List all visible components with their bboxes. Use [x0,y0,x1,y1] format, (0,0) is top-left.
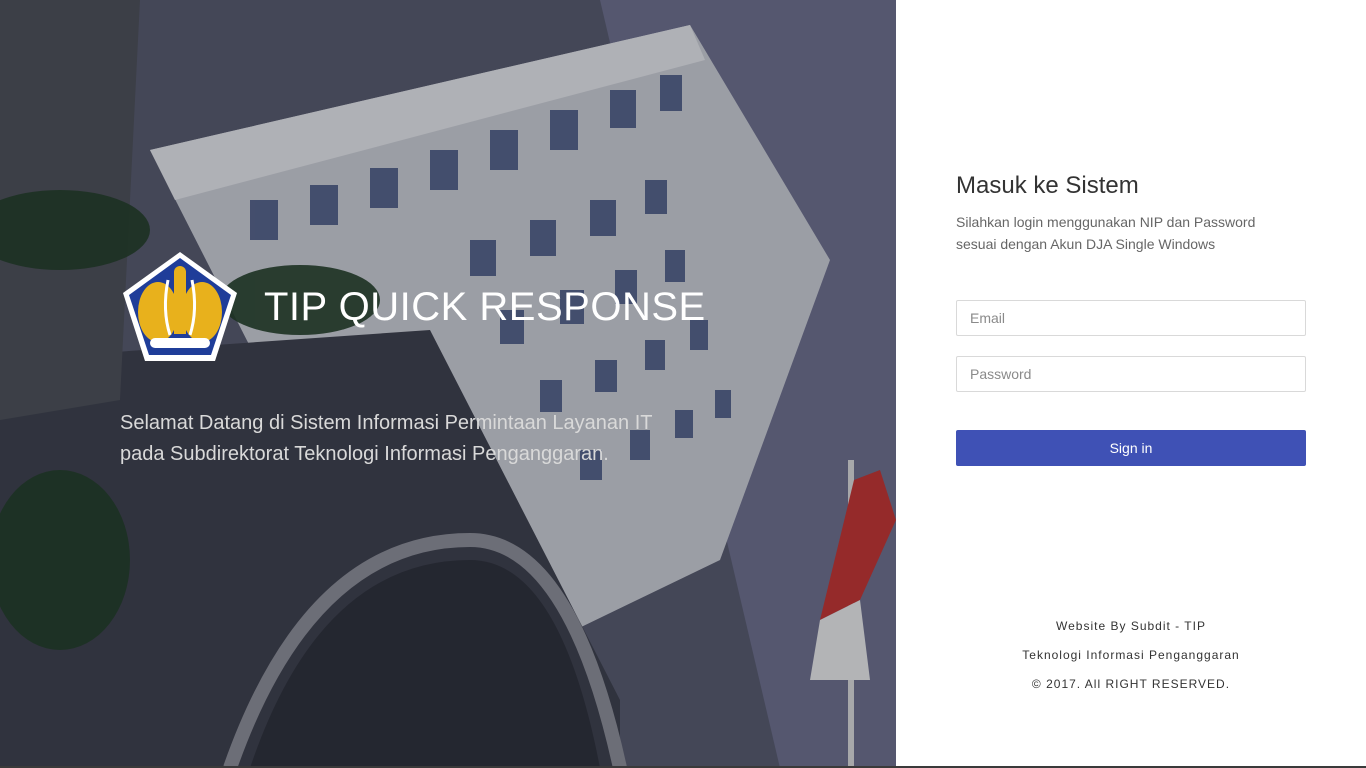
footer: Website By Subdit - TIP Teknologi Inform… [896,618,1366,705]
kemenkeu-emblem-icon [123,252,237,361]
password-input[interactable] [956,356,1306,392]
footer-copyright: © 2017. All RIGHT RESERVED. [1031,677,1231,691]
brand-row: TIP QUICK RESPONSE [120,250,706,364]
welcome-line-1: Selamat Datang di Sistem Informasi Permi… [120,412,653,434]
app-title: TIP QUICK RESPONSE [264,284,706,329]
login-description-line-1: Silahkan login menggunakan NIP dan Passw… [956,214,1256,230]
hero-overlay [0,0,896,768]
sign-in-button[interactable]: Sign in [956,430,1306,466]
login-description: Silahkan login menggunakan NIP dan Passw… [956,211,1286,255]
welcome-text: Selamat Datang di Sistem Informasi Permi… [120,408,680,470]
login-title: Masuk ke Sistem [956,172,1139,199]
login-panel: Masuk ke Sistem Silahkan login menggunak… [896,0,1366,768]
login-description-line-2: sesuai dengan Akun DJA Single Windows [956,236,1216,252]
footer-credit: Website By Subdit - TIP [1056,619,1206,633]
hero-panel: TIP QUICK RESPONSE Selamat Datang di Sis… [0,0,896,768]
welcome-line-2: pada Subdirektorat Teknologi Informasi P… [120,443,609,465]
footer-department: Teknologi Informasi Penganggaran [1022,648,1240,662]
email-input[interactable] [956,300,1306,336]
